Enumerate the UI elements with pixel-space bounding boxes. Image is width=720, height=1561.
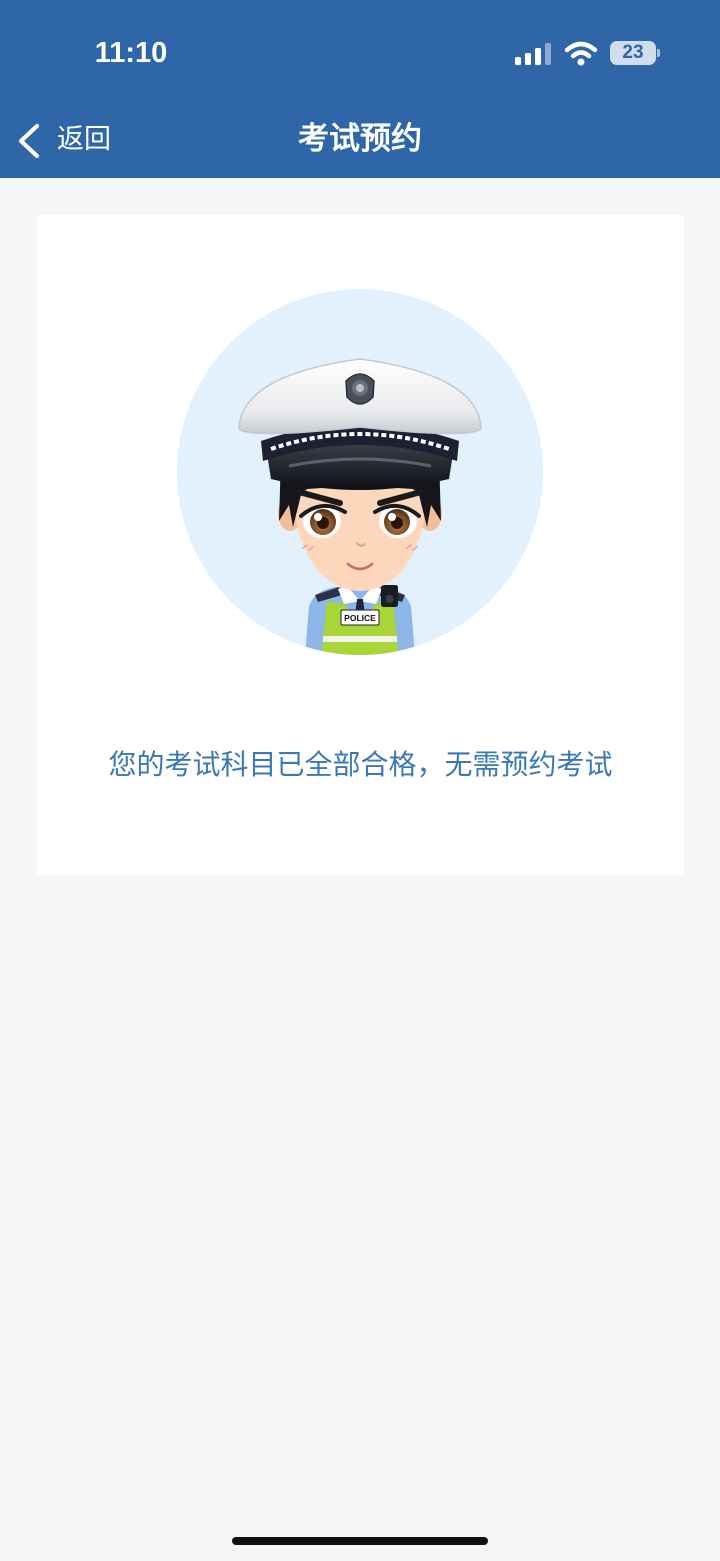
app-header: 11:10 23 返回 考试预约 [0, 0, 720, 178]
navigation-bar: 返回 考试预约 [0, 100, 720, 178]
wifi-arc-outer [564, 41, 598, 53]
signal-bar-4 [545, 43, 551, 65]
police-vest-label: POLICE [344, 613, 376, 623]
cap-badge-emblem [345, 373, 375, 405]
battery-icon: 23 [610, 41, 656, 65]
body-camera-lens [385, 595, 394, 603]
status-time: 11:10 [94, 37, 168, 69]
wifi-icon [564, 41, 598, 66]
result-card: POLICE 您的考试科目已全部合格，无需预约考试 [37, 215, 684, 875]
chevron-left-icon [18, 123, 40, 159]
cellular-signal-icon [515, 43, 551, 65]
wifi-dot [577, 58, 585, 66]
vest-reflective-stripe [323, 636, 397, 642]
wifi-arc-inner [570, 50, 592, 59]
back-button[interactable]: 返回 [8, 112, 124, 168]
police-avatar-illustration: POLICE [177, 289, 543, 655]
exam-status-message: 您的考试科目已全部合格，无需预约考试 [108, 748, 613, 781]
exam-booking-screen: 11:10 23 返回 考试预约 POLICE 您的考试科目已全部合格，无需预约… [0, 0, 720, 1561]
signal-bar-3 [535, 48, 541, 65]
signal-bar-2 [525, 53, 531, 65]
home-indicator[interactable] [232, 1537, 488, 1545]
page-title: 考试预约 [298, 121, 422, 157]
signal-bar-1 [515, 57, 521, 65]
battery-nub [657, 49, 660, 57]
back-label: 返回 [57, 124, 111, 155]
status-bar: 11:10 23 [0, 0, 720, 100]
